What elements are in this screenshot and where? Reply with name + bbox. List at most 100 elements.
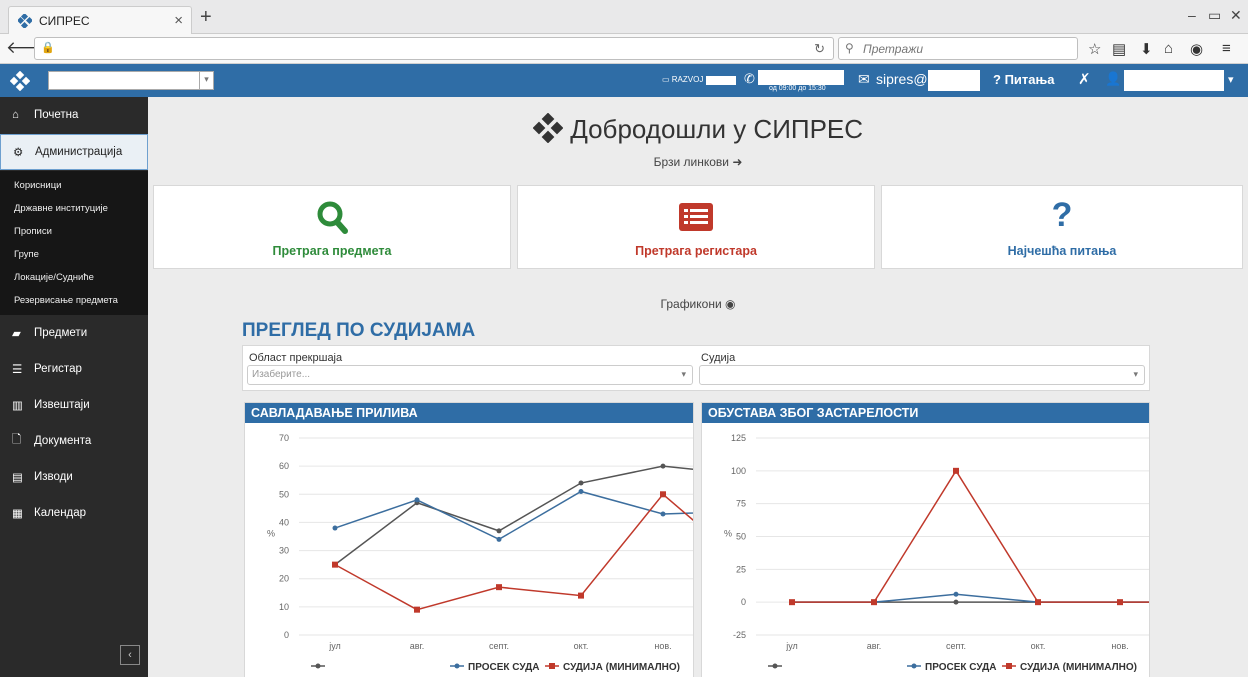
card-label: Претрага регистара [635,244,757,258]
legend-label: ПРОСЕК СУДА [468,662,539,673]
faq-card[interactable]: ? Најчешћа питања [881,185,1243,269]
minimize-icon[interactable]: – [1188,7,1196,23]
bookmark-star-icon[interactable]: ☆ [1088,40,1101,58]
legend-label: СУДИЈА (МИНИМАЛНО) [563,662,680,673]
chevron-down-icon: ▾ [681,369,686,379]
url-input[interactable]: 🔒 ↻ [34,37,834,60]
new-tab-icon[interactable]: + [200,6,212,29]
data-point [414,606,420,613]
y-tick-label: 50 [736,532,746,542]
sidebar-item-cases[interactable]: ▰ Предмети [0,315,148,351]
submenu-item-groups[interactable]: Групе [0,243,148,266]
submenu-item-institutions[interactable]: Државне институције [0,197,148,220]
browser-nav-bar: 🡐 🔒 ↻ ⚲ Претражи ☆ ▤ ⬇ ⌂ ◉ ≡ [0,34,1248,64]
card-label: Претрага предмета [272,244,392,258]
data-point [414,497,420,503]
app-header: ▾ ▭ RAZVOJ ✆ од 09:00 до 15:30 ✉ sipres@… [0,64,1248,97]
data-point [496,536,502,542]
data-point [496,528,502,534]
court-select[interactable]: ▾ [48,71,214,90]
data-point [953,467,959,474]
quick-links-label: Брзи линкови [653,155,729,169]
reload-icon[interactable]: ↻ [814,41,825,57]
chart-title: САВЛАДАВАЊЕ ПРИЛИВА [245,403,693,423]
search-registers-card[interactable]: Претрага регистара [517,185,875,269]
chart-title: ОБУСТАВА ЗБОГ ЗАСТАРЕЛОСТИ [702,403,1149,423]
sidebar-item-calendar[interactable]: ▦ Календар [0,495,148,531]
inflow-chart: 010203040506070%јулавг.септ.окт.нов.деПР… [267,433,693,673]
lock-icon: 🔒 [41,42,55,54]
sidebar-item-administration[interactable]: ⚙ Администрација [0,134,148,170]
notifications-off-icon[interactable]: ✗ [1078,70,1091,88]
submenu-item-locations[interactable]: Локације/Судниће [0,266,148,289]
data-point [660,511,666,517]
sidebar-item-reports[interactable]: ▥ Извештаји [0,387,148,423]
dashboard-icon: ◉ [725,297,736,311]
questions-link[interactable]: ? Питања [993,72,1055,87]
close-tab-icon[interactable]: × [174,12,183,29]
judge-select[interactable]: ▾ [699,365,1145,385]
sidebar-item-extracts[interactable]: ▤ Изводи [0,459,148,495]
email-link[interactable]: sipres@ [876,71,928,87]
calendar-icon: ▦ [12,508,23,520]
data-point [1117,599,1123,606]
x-tick-label: септ. [489,641,509,651]
data-point [496,584,502,591]
caret-down-icon[interactable]: ▾ [1228,73,1234,86]
chart-panel-inflow: САВЛАДАВАЊЕ ПРИЛИВА 0 10 20 30 40 50 60 70% јул а… [244,402,694,677]
close-window-icon[interactable]: ✕ [1230,7,1242,24]
data-point [660,491,666,498]
tab-title: СИПРЕС [39,13,90,28]
chevron-down-icon: ▾ [199,72,213,89]
pocket-icon[interactable]: ◉ [1190,40,1203,58]
list-alt-icon [679,203,713,231]
home-browser-icon[interactable]: ⌂ [1164,40,1173,57]
search-cases-card[interactable]: Претрага предмета [153,185,511,269]
submenu-item-case-reservation[interactable]: Резервисање предмета [0,289,148,312]
offense-area-select[interactable]: Изаберите... ▾ [247,365,693,385]
sidebar-item-label: Изводи [34,471,73,483]
page-title: Добродошли у СИПРЕС [148,112,1248,145]
question-icon: ? [1051,196,1073,234]
sidebar-item-label: Регистар [34,363,82,375]
collapse-sidebar-button[interactable]: ‹ [120,645,140,665]
x-tick-label: авг. [410,641,424,651]
reading-list-icon[interactable]: ▤ [1112,40,1126,58]
main-content: Добродошли у СИПРЕС Брзи линкови ➜ Претр… [148,97,1248,677]
administration-submenu: Корисници Државне институције Прописи Гр… [0,171,148,315]
user-icon: 👤 [1105,71,1122,86]
sidebar-item-register[interactable]: ☰ Регистар [0,351,148,387]
sidebar-item-label: Извештаји [34,399,90,411]
restore-icon[interactable]: ▭ [1208,7,1221,24]
user-menu[interactable] [1124,70,1224,91]
charts-heading: Графикони ◉ [148,297,1248,311]
y-tick-label: 75 [736,499,746,509]
quick-links-heading: Брзи линкови ➜ [148,155,1248,169]
search-icon: ⚲ [845,41,854,55]
sipres-logo-icon [532,112,564,144]
sidebar-item-home[interactable]: ⌂ Почетна [0,97,148,133]
download-icon[interactable]: ⬇ [1140,40,1153,58]
mail-icon: ✉ [858,71,870,87]
y-tick-label: 10 [279,602,289,612]
app-logo-icon[interactable] [9,70,31,96]
sidebar-item-documents[interactable]: 🗋 Документа [0,423,148,459]
browser-tab-bar: СИПРЕС × + – ▭ ✕ [0,0,1248,34]
series-line [334,493,693,611]
data-point [578,480,584,486]
judge-label: Судија [701,352,736,364]
phone-icon: ✆ [744,71,755,86]
sidebar-item-label: Почетна [34,109,79,121]
y-tick-label: 125 [731,433,746,443]
phone-number [758,70,844,85]
browser-tab[interactable]: СИПРЕС × [8,6,192,34]
sidebar: ⌂ Почетна ⚙ Администрација Корисници Држав… [0,97,148,677]
env-indicator: ▭ RAZVOJ [662,75,704,84]
email-redacted [928,70,980,91]
submenu-item-regulations[interactable]: Прописи [0,220,148,243]
data-point [953,599,959,605]
submenu-item-users[interactable]: Корисници [0,174,148,197]
menu-icon[interactable]: ≡ [1222,40,1231,57]
data-point [332,525,338,531]
browser-search-input[interactable]: ⚲ Претражи [838,37,1078,60]
